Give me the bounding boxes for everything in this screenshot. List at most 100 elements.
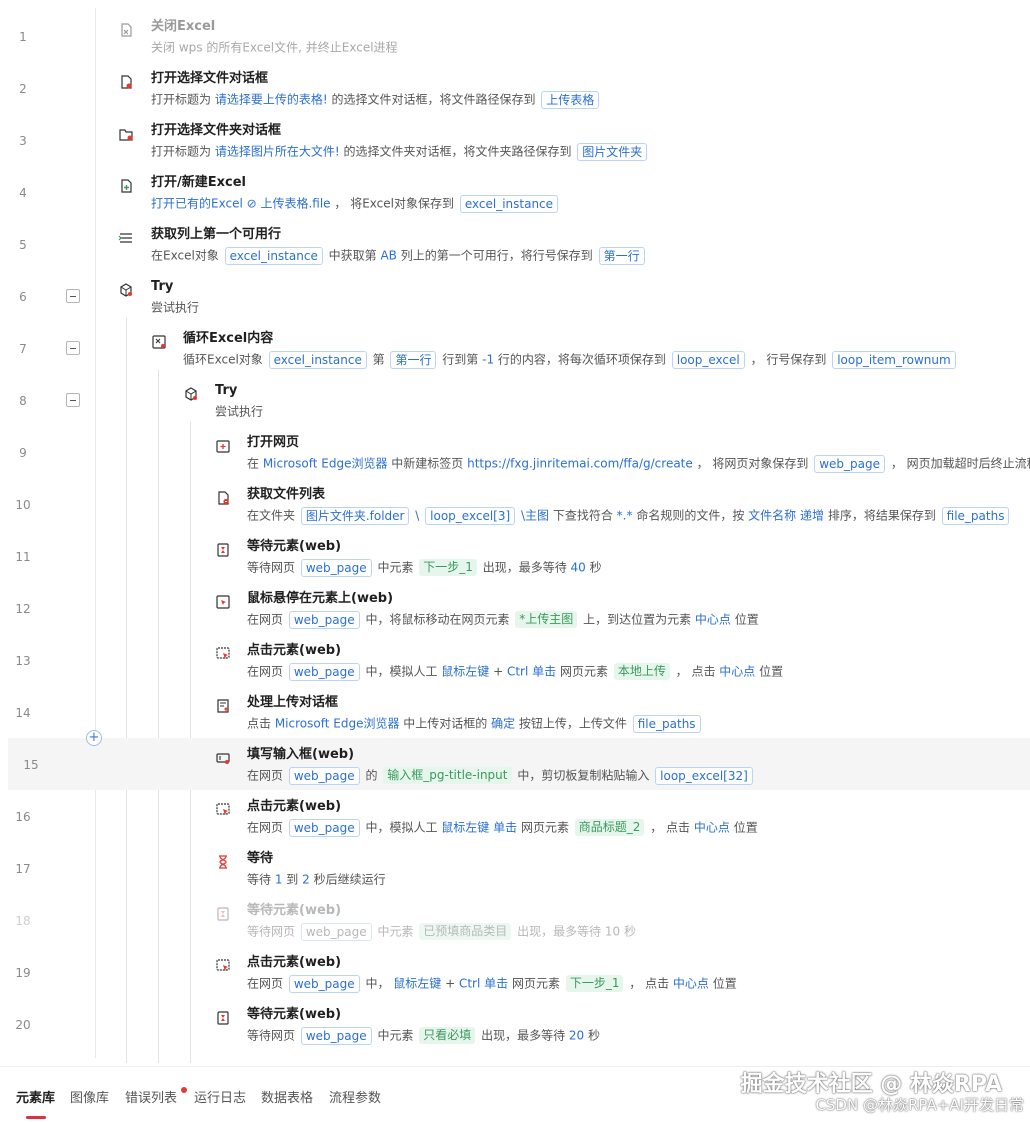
step-row[interactable]: 13 点击元素(web) 在网页 web_page 中，模拟人工 鼠标左键 + … (0, 634, 1030, 686)
collapse-toggle[interactable] (66, 393, 80, 407)
step-title: 填写输入框(web) (247, 747, 355, 762)
step-row[interactable]: 11 等待元素(web) 等待网页 web_page 中元素 下一步_1 出现，… (0, 530, 1030, 582)
step-row[interactable]: 1 关闭Excel 关闭 wps 的所有Excel文件, 并终止Excel进程 (0, 10, 1030, 62)
param-value: 单击 (532, 664, 557, 679)
step-title: 获取列上第一个可用行 (151, 227, 282, 242)
desc-text: 第 (368, 352, 389, 367)
tab-run-log[interactable]: 运行日志 (194, 1091, 246, 1107)
variable-tag[interactable]: web_page (288, 974, 360, 993)
param-value: 确定 (491, 716, 516, 731)
desc-text: 中，模拟人工 (361, 664, 442, 679)
desc-text: 在网页 (247, 820, 287, 835)
desc-text: 秒 (584, 1028, 601, 1043)
variable-tag[interactable]: web_page (300, 1026, 372, 1045)
step-title: 打开选择文件夹对话框 (151, 123, 282, 138)
line-number: 5 (19, 238, 27, 252)
variable-tag[interactable]: 图片文件夹.folder (300, 506, 410, 525)
variable-tag[interactable]: web_page (288, 662, 360, 681)
line-number: 6 (19, 290, 27, 304)
step-row[interactable]: 17 等待 等待 1 到 2 秒后继续运行 (0, 842, 1030, 894)
tab-flow-params[interactable]: 流程参数 (329, 1091, 381, 1107)
step-row[interactable]: 7 循环Excel内容 循环Excel对象 excel_instance 第 第… (0, 322, 1030, 374)
tab-element-library[interactable]: 元素库 (16, 1091, 55, 1107)
element-tag[interactable]: 输入框_pg-title-input (383, 767, 512, 784)
step-desc: 关闭 wps 的所有Excel文件, 并终止Excel进程 (151, 38, 398, 57)
step-row[interactable]: 5 获取列上第一个可用行 在Excel对象 excel_instance 中获取… (0, 218, 1030, 270)
tab-error-list[interactable]: 错误列表 (125, 1091, 177, 1107)
step-row[interactable]: 9 打开网页 在 Microsoft Edge浏览器 中新建标签页 https:… (0, 426, 1030, 478)
desc-text: 位置 (730, 612, 759, 627)
collapse-toggle[interactable] (66, 341, 80, 355)
step-row[interactable]: 12 鼠标悬停在元素上(web) 在网页 web_page 中，将鼠标移动在网页… (0, 582, 1030, 634)
step-row[interactable]: 4 打开/新建Excel 打开已有的Excel ⊘ 上传表格.file ， 将E… (0, 166, 1030, 218)
variable-tag[interactable]: excel_instance (459, 194, 559, 213)
wait-element-icon (215, 906, 231, 922)
step-desc: 在网页 web_page 中，模拟人工 鼠标左键 单击 网页元素 商品标题_2 … (247, 818, 758, 837)
desc-text: 位置 (755, 664, 784, 679)
variable-tag[interactable]: excel_instance (268, 350, 367, 369)
step-desc: 等待 1 到 2 秒后继续运行 (247, 870, 386, 889)
variable-tag[interactable]: 上传表格 (541, 90, 600, 109)
desc-text: 中上传对话框的 (399, 716, 492, 731)
collapse-toggle[interactable] (66, 289, 80, 303)
variable-tag[interactable]: web_page (300, 922, 372, 941)
desc-text: 中元素 (373, 1028, 418, 1043)
desc-text: 中元素 (373, 560, 418, 575)
variable-tag[interactable]: excel_instance (224, 246, 323, 265)
variable-tag[interactable]: web_page (300, 558, 372, 577)
variable-tag[interactable]: 图片文件夹 (577, 142, 648, 161)
step-row[interactable]: 20 等待元素(web) 等待网页 web_page 中元素 只看必填 出现，最… (0, 998, 1030, 1050)
element-tag[interactable]: 只看必填 (419, 1027, 476, 1044)
variable-tag[interactable]: web_page (288, 818, 360, 837)
desc-text: 尝试执行 (151, 300, 200, 315)
tab-data-table[interactable]: 数据表格 (261, 1091, 313, 1107)
element-tag[interactable]: 本地上传 (613, 663, 670, 680)
loop-excel-icon (151, 334, 167, 350)
variable-tag[interactable]: 第一行 (390, 350, 437, 369)
step-row[interactable]: 3 打开选择文件夹对话框 打开标题为 请选择图片所在大文件! 的选择文件夹对话框… (0, 114, 1030, 166)
param-value: 打开已有的Excel (151, 196, 247, 211)
desc-text: 网页元素 (556, 664, 612, 679)
variable-tag[interactable]: loop_item_rownum (832, 350, 956, 369)
variable-tag[interactable]: 第一行 (598, 246, 645, 265)
variable-tag[interactable]: web_page (288, 610, 360, 629)
step-row[interactable]: 2 打开选择文件对话框 打开标题为 请选择要上传的表格! 的选择文件对话框，将文… (0, 62, 1030, 114)
step-row[interactable]: 19 点击元素(web) 在网页 web_page 中， 鼠标左键 + Ctrl… (0, 946, 1030, 998)
element-tag[interactable]: 商品标题_2 (574, 819, 645, 836)
variable-tag[interactable]: loop_excel (671, 350, 745, 369)
param-value: https://fxg.jinritemai.com/ffa/g/create (467, 456, 693, 471)
step-row[interactable]: 6 Try 尝试执行 (0, 270, 1030, 322)
add-step-button[interactable]: + (86, 730, 102, 746)
element-tag[interactable]: 下一步_1 (565, 975, 624, 992)
desc-text: 等待 (247, 872, 275, 887)
file-dialog-icon (118, 74, 134, 90)
step-row[interactable]: 8 Try 尝试执行 (0, 374, 1030, 426)
line-number: 20 (15, 1018, 31, 1032)
tab-image-library[interactable]: 图像库 (70, 1091, 109, 1107)
desc-text: 中， (361, 976, 394, 991)
element-tag[interactable]: 已预填商品类目 (419, 923, 512, 940)
variable-tag[interactable]: web_page (288, 766, 360, 785)
variable-tag[interactable]: file_paths (941, 506, 1010, 525)
variable-tag[interactable]: loop_excel[3] (425, 506, 516, 525)
desc-text: 在网页 (247, 976, 287, 991)
desc-text: ， 行号保存到 (746, 352, 831, 367)
variable-tag[interactable]: loop_excel[32] (655, 766, 753, 785)
step-row[interactable]: 16 点击元素(web) 在网页 web_page 中，模拟人工 鼠标左键 单击… (0, 790, 1030, 842)
param-value: 单击 (493, 820, 518, 835)
step-row[interactable]: 14 处理上传对话框 点击 Microsoft Edge浏览器 中上传对话框的 … (0, 686, 1030, 738)
element-tag[interactable]: *上传主图 (515, 611, 578, 628)
param-value: Microsoft Edge浏览器 (262, 456, 388, 471)
desc-text: 秒 (585, 560, 602, 575)
variable-tag[interactable]: web_page (814, 454, 886, 473)
step-row[interactable]: 10 获取文件列表 在文件夹 图片文件夹.folder \ loop_excel… (0, 478, 1030, 530)
line-number: 18 (15, 914, 31, 928)
step-desc: 点击 Microsoft Edge浏览器 中上传对话框的 确定 按钮上传，上传文… (247, 714, 703, 733)
step-row-disabled[interactable]: 18 等待元素(web) 等待网页 web_page 中元素 已预填商品类目 出… (0, 894, 1030, 946)
step-title: 处理上传对话框 (247, 695, 339, 710)
variable-tag[interactable]: file_paths (632, 714, 701, 733)
element-tag[interactable]: 下一步_1 (419, 559, 477, 576)
param-value: Ctrl (506, 664, 529, 679)
step-row-selected[interactable]: 15 填写输入框(web) 在网页 web_page 的 输入框_pg-titl… (8, 738, 1030, 790)
click-element-icon (215, 958, 231, 974)
